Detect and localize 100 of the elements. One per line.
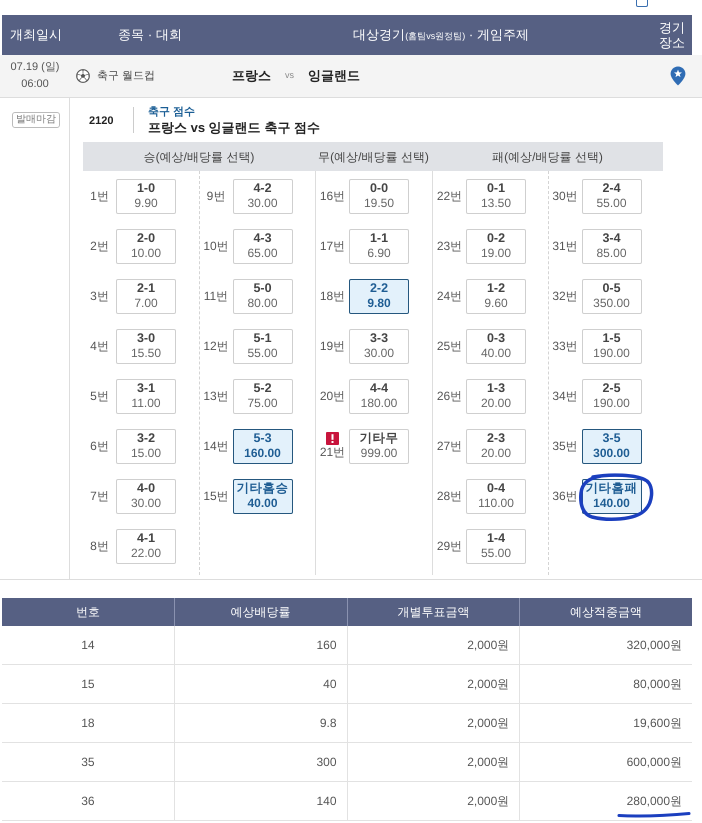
odds-button[interactable]: 1-2 9.60 — [466, 278, 526, 314]
odds-button[interactable]: 1-0 9.90 — [116, 178, 176, 214]
pick-number: 24번 — [436, 288, 462, 304]
game-category: 축구 점수 — [148, 105, 196, 120]
map-pin-star-icon[interactable] — [670, 66, 686, 86]
odds-button[interactable]: 0-0 19.50 — [349, 178, 409, 214]
pick-number: 3번 — [90, 288, 109, 304]
group-header: 승(예상/배당률 선택) — [144, 148, 254, 166]
odds-button[interactable]: 4-4 180.00 — [349, 378, 409, 414]
table-cell-text: 15 — [80, 676, 96, 693]
table-cell-text: 14 — [80, 637, 96, 654]
odds-button[interactable]: 0-2 19.00 — [466, 228, 526, 264]
odds-button[interactable]: 1-1 6.90 — [349, 228, 409, 264]
pick-number: 13번 — [203, 388, 229, 404]
table-cell-text: 2,000원 — [466, 637, 510, 654]
odds-button[interactable]: 기타홈패 140.00 — [582, 478, 642, 514]
pick-number: 28번 — [436, 488, 462, 504]
pick-number: 31번 — [552, 238, 578, 254]
odds-button[interactable]: 2-3 20.00 — [466, 428, 526, 464]
pick-number: 33번 — [552, 338, 578, 354]
table-cell-text: 140 — [315, 793, 338, 810]
odds-button[interactable]: 3-4 85.00 — [582, 228, 642, 264]
odds-button[interactable]: 4-3 65.00 — [232, 228, 292, 264]
pick-number: 19번 — [320, 338, 346, 354]
pick-number: 5번 — [90, 388, 109, 404]
odds-button[interactable]: 3-2 15.00 — [116, 428, 176, 464]
odds-button[interactable]: 2-4 55.00 — [582, 178, 642, 214]
column-header: 개별투표금액 — [346, 598, 520, 626]
odds-button[interactable]: 0-1 13.50 — [466, 178, 526, 214]
pick-number: 35번 — [552, 438, 578, 454]
column-header: 번호 — [74, 604, 101, 621]
group-header: 무(예상/배당률 선택) — [318, 148, 429, 166]
odds-button[interactable]: 5-2 75.00 — [232, 378, 292, 414]
versus-label: vs — [285, 69, 294, 82]
pick-number: 18번 — [320, 288, 346, 304]
home-team: 프랑스 — [232, 67, 271, 86]
column-header: 종목 · 대회 — [117, 26, 183, 44]
pick-number: 36번 — [552, 488, 578, 504]
group-header: 패(예상/배당률 선택) — [492, 148, 603, 166]
table-cell-text: 320,000원 — [626, 637, 683, 654]
table-cell-text: 2,000원 — [466, 676, 510, 693]
odds-button[interactable]: 4-2 30.00 — [232, 178, 292, 214]
odds-button[interactable]: 5-1 55.00 — [232, 328, 292, 364]
pick-number: 34번 — [552, 388, 578, 404]
odds-button[interactable]: 0-5 350.00 — [582, 278, 642, 314]
odds-button[interactable]: 3-0 15.50 — [116, 328, 176, 364]
pick-number: 22번 — [436, 188, 462, 204]
pick-number: 10번 — [203, 238, 229, 254]
pick-number: 15번 — [203, 488, 229, 504]
odds-button[interactable]: 0-4 110.00 — [466, 478, 526, 514]
table-cell-text: 2,000원 — [466, 793, 510, 810]
pick-number: 29번 — [436, 538, 462, 554]
odds-button[interactable]: 1-4 55.00 — [466, 528, 526, 564]
checkbox[interactable] — [636, 0, 648, 7]
odds-button[interactable]: 2-5 190.00 — [582, 378, 642, 414]
pick-number: 21번 — [320, 445, 346, 460]
odds-button[interactable]: 2-2 9.80 — [349, 278, 409, 314]
odds-button[interactable]: 3-1 11.00 — [116, 378, 176, 414]
odds-button[interactable]: 3-3 30.00 — [349, 328, 409, 364]
table-cell-text: 280,000원 — [626, 793, 683, 810]
pick-number: 23번 — [436, 238, 462, 254]
odds-button[interactable]: 1-5 190.00 — [582, 328, 642, 364]
table-cell-text: 600,000원 — [626, 754, 683, 771]
pick-number: 1번 — [90, 188, 109, 204]
odds-button[interactable]: 3-5 300.00 — [582, 428, 642, 464]
match-time: 06:00 — [21, 77, 49, 92]
table-cell-text: 18 — [80, 715, 96, 732]
odds-button[interactable]: 기타홈승 40.00 — [232, 478, 292, 514]
odds-button[interactable]: 1-3 20.00 — [466, 378, 526, 414]
column-header: 예상배당률 — [174, 598, 346, 626]
pick-number: 8번 — [90, 538, 109, 554]
odds-button[interactable]: 2-0 10.00 — [116, 228, 176, 264]
game-title: 프랑스 vs 잉글랜드 축구 점수 — [148, 120, 320, 136]
column-header: 예상적중금액 — [519, 598, 692, 626]
pick-number: 30번 — [552, 188, 578, 204]
odds-button[interactable]: 5-3 160.00 — [232, 428, 292, 464]
pick-number: 27번 — [436, 438, 462, 454]
pick-number: 7번 — [90, 488, 109, 504]
pick-number: 4번 — [90, 338, 109, 354]
odds-button[interactable]: 4-1 22.00 — [116, 528, 176, 564]
pick-number: 9번 — [206, 188, 226, 204]
away-team: 잉글랜드 — [308, 67, 360, 86]
pick-number: 11번 — [204, 288, 228, 304]
pick-number: 14번 — [203, 438, 229, 454]
table-cell-text: 9.8 — [318, 715, 338, 732]
odds-button[interactable]: 5-0 80.00 — [232, 278, 292, 314]
table-cell-text: 36 — [80, 793, 96, 810]
league-name: 축구 월드컵 — [97, 68, 156, 84]
column-header: 개최일시 — [9, 26, 63, 44]
match-date: 07.19 (일) — [10, 60, 60, 75]
odds-button[interactable]: 기타무 999.00 — [349, 428, 409, 464]
odds-button[interactable]: 4-0 30.00 — [116, 478, 176, 514]
odds-button[interactable]: 0-3 40.00 — [466, 328, 526, 364]
soccer-ball-icon — [76, 69, 90, 83]
table-cell-text: 2,000원 — [466, 754, 510, 771]
odds-button[interactable]: 2-1 7.00 — [116, 278, 176, 314]
pick-number: 17번 — [320, 238, 346, 254]
pick-number: 32번 — [552, 288, 578, 304]
table-cell-text: 35 — [80, 754, 96, 771]
pick-number: 6번 — [90, 438, 109, 454]
